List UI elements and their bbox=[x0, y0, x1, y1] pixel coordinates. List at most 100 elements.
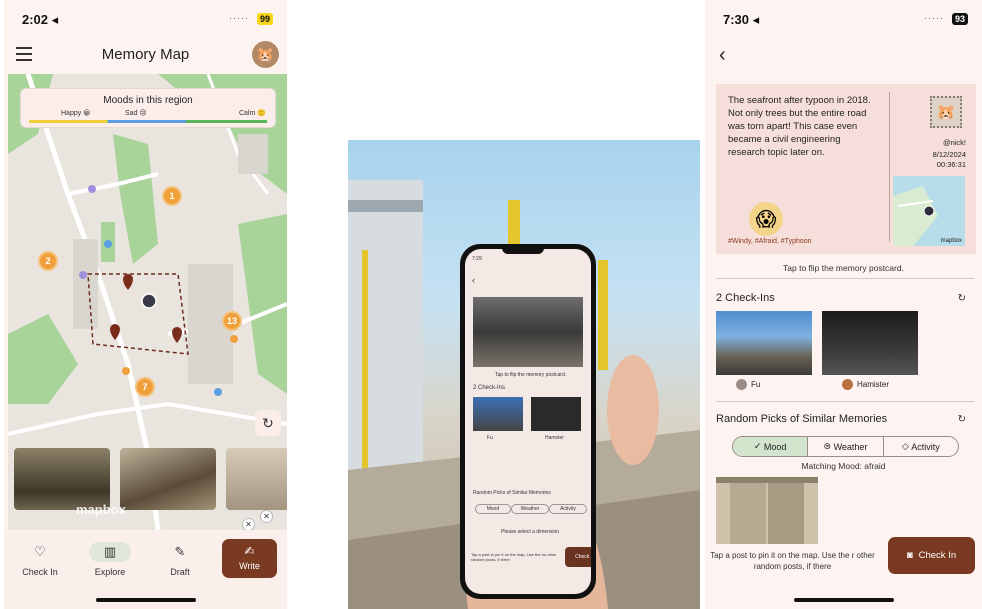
mood-bar bbox=[29, 120, 267, 123]
flip-hint: Tap to flip the memory postcard. bbox=[783, 263, 904, 273]
signal-icon: ····· bbox=[229, 13, 249, 23]
close-icon[interactable]: ✕ bbox=[242, 518, 255, 530]
dimension-selector: ✓ Mood ⊜ Weather ◇ Activity bbox=[732, 436, 959, 457]
mini-checkins-title: 2 Check-Ins bbox=[473, 385, 506, 391]
refresh-icon[interactable]: ↻ bbox=[958, 414, 966, 425]
mini-random-title: Random Picks of Similar Memories bbox=[473, 490, 551, 496]
photo-phone-screen: 7:29 ‹ Tap to flip the memory postcard. … bbox=[465, 249, 591, 594]
memory-detail-screen: 7:30 ◂ ····· 93 ‹ The seafront after typ… bbox=[705, 0, 982, 609]
mini-bottom-hint: Tap a post to pin it on the map. Use the… bbox=[471, 552, 557, 562]
mini-seg-weather: Weather bbox=[511, 504, 549, 514]
segment-mood[interactable]: ✓ Mood bbox=[733, 437, 809, 456]
postcard-divider bbox=[889, 92, 890, 242]
mini-checkin-image bbox=[531, 397, 581, 431]
random-picks-title: Random Picks of Similar Memories bbox=[716, 413, 888, 425]
mood-legend-title: Moods in this region bbox=[103, 95, 193, 106]
home-indicator bbox=[95, 598, 196, 602]
refresh-icon[interactable]: ↻ bbox=[958, 293, 966, 304]
mini-back-icon: ‹ bbox=[472, 275, 475, 285]
cluster-marker[interactable]: 13 bbox=[222, 311, 242, 331]
checkin-user[interactable]: Hamister bbox=[842, 379, 889, 390]
cluster-marker[interactable]: 7 bbox=[135, 377, 155, 397]
close-icon[interactable]: ✕ bbox=[260, 510, 273, 523]
matching-label: Matching Mood: afraid bbox=[801, 461, 886, 471]
segment-activity[interactable]: ◇ Activity bbox=[884, 437, 958, 456]
mini-flip-hint: Tap to flip the memory postcard. bbox=[495, 372, 567, 378]
mood-happy-label: Happy 😀 bbox=[61, 110, 91, 117]
segment-weather[interactable]: ⊜ Weather bbox=[808, 437, 884, 456]
checkin-image[interactable] bbox=[716, 311, 812, 375]
memory-postcard[interactable]: The seafront after typoon in 2018. Not o… bbox=[716, 84, 976, 254]
battery-indicator: 99 bbox=[256, 13, 273, 25]
write-label: Write bbox=[239, 561, 260, 571]
mood-legend: Moods in this region Happy 😀 Sad 😢 Calm … bbox=[20, 88, 276, 128]
mini-checkin-button: Check In bbox=[565, 547, 591, 567]
afraid-emoji-icon: 😱 bbox=[749, 202, 783, 236]
segment-label: Activity bbox=[911, 441, 940, 452]
checkin-user-name: Fu bbox=[751, 380, 761, 389]
checkins-title: 2 Check-Ins bbox=[716, 292, 775, 304]
mini-seg-activity: Activity bbox=[549, 504, 587, 514]
mini-user: Fu bbox=[487, 435, 493, 441]
cluster-marker[interactable]: 1 bbox=[162, 186, 182, 206]
check-in-label: Check In bbox=[918, 550, 957, 561]
checkin-user[interactable]: Fu bbox=[736, 379, 760, 390]
mood-calm-label: Calm 🙂 bbox=[239, 110, 266, 117]
status-bar: 2:02 ◂ ····· 99 bbox=[4, 0, 287, 38]
mood-sad-label: Sad 😢 bbox=[125, 110, 147, 117]
user-avatar-icon bbox=[842, 379, 853, 390]
check-in-button[interactable]: ◙ Check In bbox=[888, 537, 975, 574]
app-bar: Memory Map 🐹 bbox=[4, 38, 287, 73]
hand-holding-phone-photo: 7:29 ‹ Tap to flip the memory postcard. … bbox=[348, 140, 700, 609]
nav-label: Check In bbox=[22, 567, 58, 577]
avatar[interactable]: 🐹 bbox=[252, 41, 279, 68]
refresh-icon: ↻ bbox=[262, 414, 274, 431]
divider bbox=[716, 278, 974, 279]
segment-label: Weather bbox=[833, 441, 868, 452]
write-button[interactable]: ✍ Write bbox=[222, 539, 277, 578]
bottom-hint: Tap a post to pin it on the map. Use the… bbox=[710, 551, 875, 571]
checkin-user-name: Hamister bbox=[857, 380, 890, 389]
activity-icon: ◇ bbox=[901, 441, 912, 451]
nav-draft[interactable]: ✎ Draft bbox=[150, 542, 210, 577]
home-indicator bbox=[793, 598, 894, 602]
page-title: Memory Map bbox=[101, 46, 190, 63]
postcard-minimap: mapbox bbox=[893, 176, 965, 246]
bottom-navigation: ♡ Check In ▥ Explore ✎ Draft ✍ Write bbox=[4, 530, 287, 609]
memory-map-screen: 2:02 ◂ ····· 99 Memory Map 🐹 Moods in th… bbox=[4, 0, 287, 609]
mini-select-hint: Please select a dimension bbox=[501, 529, 560, 535]
similar-memory-image[interactable] bbox=[716, 477, 818, 544]
stamp-avatar: 🐹 bbox=[930, 96, 962, 128]
nav-check-in[interactable]: ♡ Check In bbox=[10, 542, 70, 577]
postcard-tags: #Windy, #Afraid, #Typhoon bbox=[728, 238, 812, 245]
memory-thumbnail[interactable] bbox=[14, 448, 110, 510]
nav-explore[interactable]: ▥ Explore bbox=[80, 542, 140, 577]
map-view[interactable]: Moods in this region Happy 😀 Sad 😢 Calm … bbox=[8, 74, 287, 530]
nav-label: Draft bbox=[170, 567, 190, 577]
postcard-user: @nick! bbox=[942, 138, 966, 147]
heart-icon: ♡ bbox=[34, 544, 46, 559]
cluster-marker[interactable]: 2 bbox=[38, 251, 58, 271]
checkin-image[interactable] bbox=[822, 311, 918, 375]
postcard-time: 00:36:31 bbox=[936, 160, 966, 169]
segment-label: Mood bbox=[763, 441, 787, 452]
user-avatar-icon bbox=[736, 379, 747, 390]
signal-icon: ····· bbox=[924, 13, 944, 23]
status-time: 2:02 ◂ bbox=[22, 12, 59, 27]
map-icon: ▥ bbox=[89, 542, 131, 562]
memory-thumbnail[interactable] bbox=[120, 448, 216, 510]
edit-icon: ✍ bbox=[244, 544, 255, 558]
memory-thumbnail[interactable] bbox=[226, 448, 287, 510]
nav-label: Explore bbox=[94, 567, 126, 577]
battery-indicator: 93 bbox=[951, 13, 968, 25]
mini-checkin-image bbox=[473, 397, 523, 431]
refresh-button[interactable]: ↻ bbox=[255, 410, 281, 436]
weather-icon: ⊜ bbox=[823, 441, 834, 451]
mini-status-time: 7:29 bbox=[472, 256, 482, 262]
back-icon[interactable]: ‹ bbox=[719, 44, 726, 67]
status-bar: 7:30 ◂ ····· 93 bbox=[705, 0, 982, 38]
phone-notch bbox=[502, 244, 544, 254]
draft-icon: ✎ bbox=[174, 544, 186, 559]
camera-icon: ◙ bbox=[906, 550, 913, 561]
mini-seg-mood: Mood bbox=[475, 504, 511, 514]
